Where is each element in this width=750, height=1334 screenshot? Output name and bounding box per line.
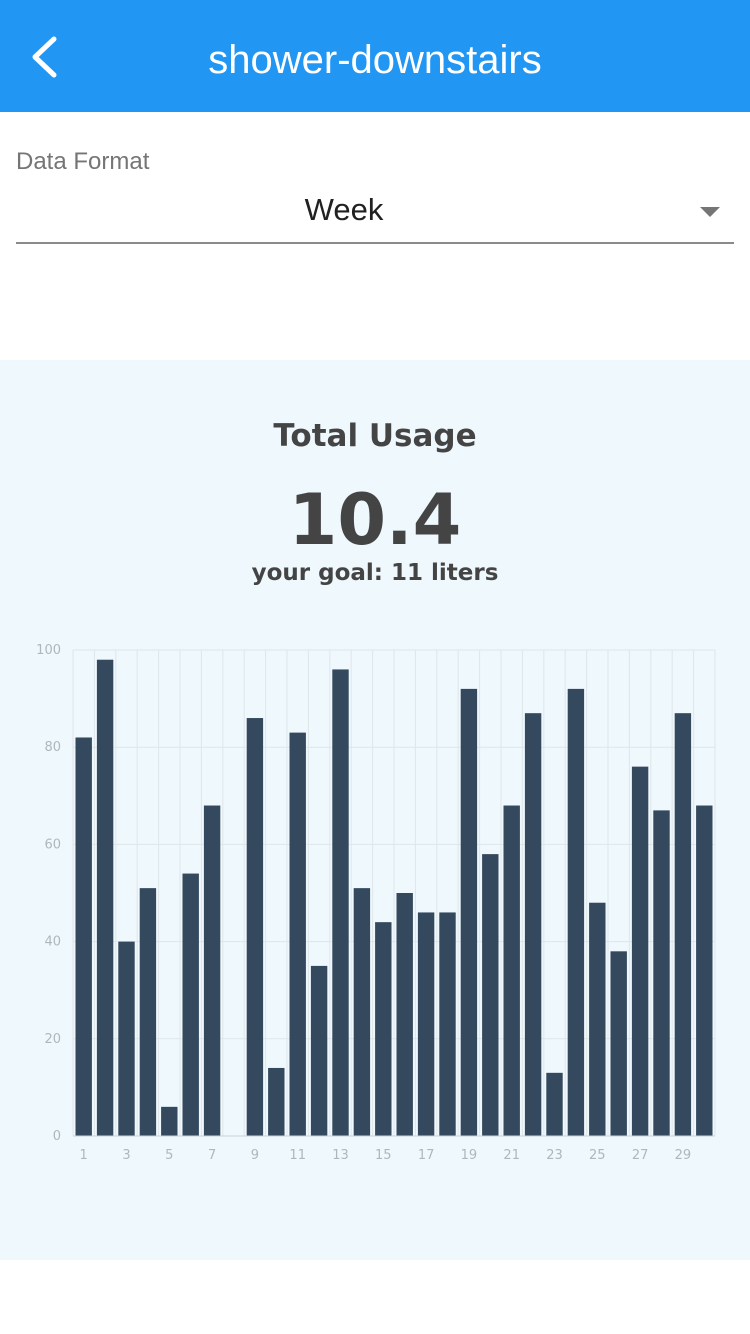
usage-title: Total Usage xyxy=(273,418,477,454)
usage-bar-chart: 0 20 40 60 80 100 1 3 5 7 9 11 13 15 17 19 21 23 25 27 29 xyxy=(0,630,750,1170)
bar xyxy=(589,902,606,1136)
x-tick-label: 27 xyxy=(632,1148,649,1163)
caret-down-icon xyxy=(700,207,720,217)
y-tick-label: 0 xyxy=(53,1129,61,1144)
bar xyxy=(161,1106,178,1136)
chart-svg: 0204060801001 3 5 7 9 11 13 15 17 19 21 23 25 27 29 xyxy=(36,643,716,1163)
bar xyxy=(417,912,435,1136)
bar xyxy=(653,810,670,1136)
app-bar: shower-downstairs xyxy=(0,0,750,112)
x-tick-label: 25 xyxy=(589,1148,606,1163)
bar xyxy=(203,805,221,1136)
y-tick-label: 100 xyxy=(36,643,61,658)
y-tick-label: 40 xyxy=(44,935,61,950)
x-tick-label: 19 xyxy=(461,1148,478,1163)
bar xyxy=(546,1072,563,1136)
bar xyxy=(289,732,306,1136)
x-tick-label: 23 xyxy=(546,1148,563,1163)
bar xyxy=(118,941,135,1136)
y-tick-label: 60 xyxy=(44,837,61,852)
x-tick-label: 3 xyxy=(122,1148,130,1163)
page-title: shower-downstairs xyxy=(208,38,542,82)
usage-value: 10.4 xyxy=(288,479,462,561)
bar xyxy=(139,888,157,1136)
x-tick-label: 13 xyxy=(332,1148,349,1163)
bar xyxy=(332,669,349,1136)
bar xyxy=(567,688,585,1136)
bar xyxy=(482,854,499,1136)
x-tick-label: 9 xyxy=(251,1148,259,1163)
bar xyxy=(503,805,520,1136)
chevron-left-icon xyxy=(32,36,57,78)
y-tick-label: 80 xyxy=(44,740,61,755)
bar xyxy=(96,659,114,1136)
x-tick-label: 5 xyxy=(165,1148,173,1163)
data-format-select[interactable]: Week xyxy=(16,186,734,244)
bar xyxy=(246,718,264,1136)
bar xyxy=(375,922,392,1136)
data-format-label: Data Format xyxy=(16,148,150,175)
bar xyxy=(460,688,478,1136)
bar xyxy=(674,713,692,1136)
x-tick-label: 7 xyxy=(208,1148,216,1163)
bar xyxy=(696,805,713,1136)
bar xyxy=(631,766,649,1136)
bar xyxy=(396,893,413,1136)
back-button[interactable] xyxy=(22,26,72,86)
data-format-value: Week xyxy=(304,192,384,227)
bar xyxy=(524,713,542,1136)
y-tick-label: 20 xyxy=(44,1032,61,1047)
bar xyxy=(182,873,199,1136)
x-tick-label: 21 xyxy=(503,1148,520,1163)
bar xyxy=(353,888,371,1136)
bar xyxy=(268,1067,285,1136)
x-tick-label: 29 xyxy=(675,1148,692,1163)
bar xyxy=(310,965,328,1136)
usage-goal: your goal: 11 liters xyxy=(251,560,499,586)
x-tick-label: 15 xyxy=(375,1148,392,1163)
bar xyxy=(610,951,627,1136)
x-tick-label: 1 xyxy=(80,1148,88,1163)
x-tick-label: 17 xyxy=(418,1148,435,1163)
x-tick-label: 11 xyxy=(289,1148,306,1163)
bar xyxy=(75,737,92,1136)
bar xyxy=(439,912,456,1136)
